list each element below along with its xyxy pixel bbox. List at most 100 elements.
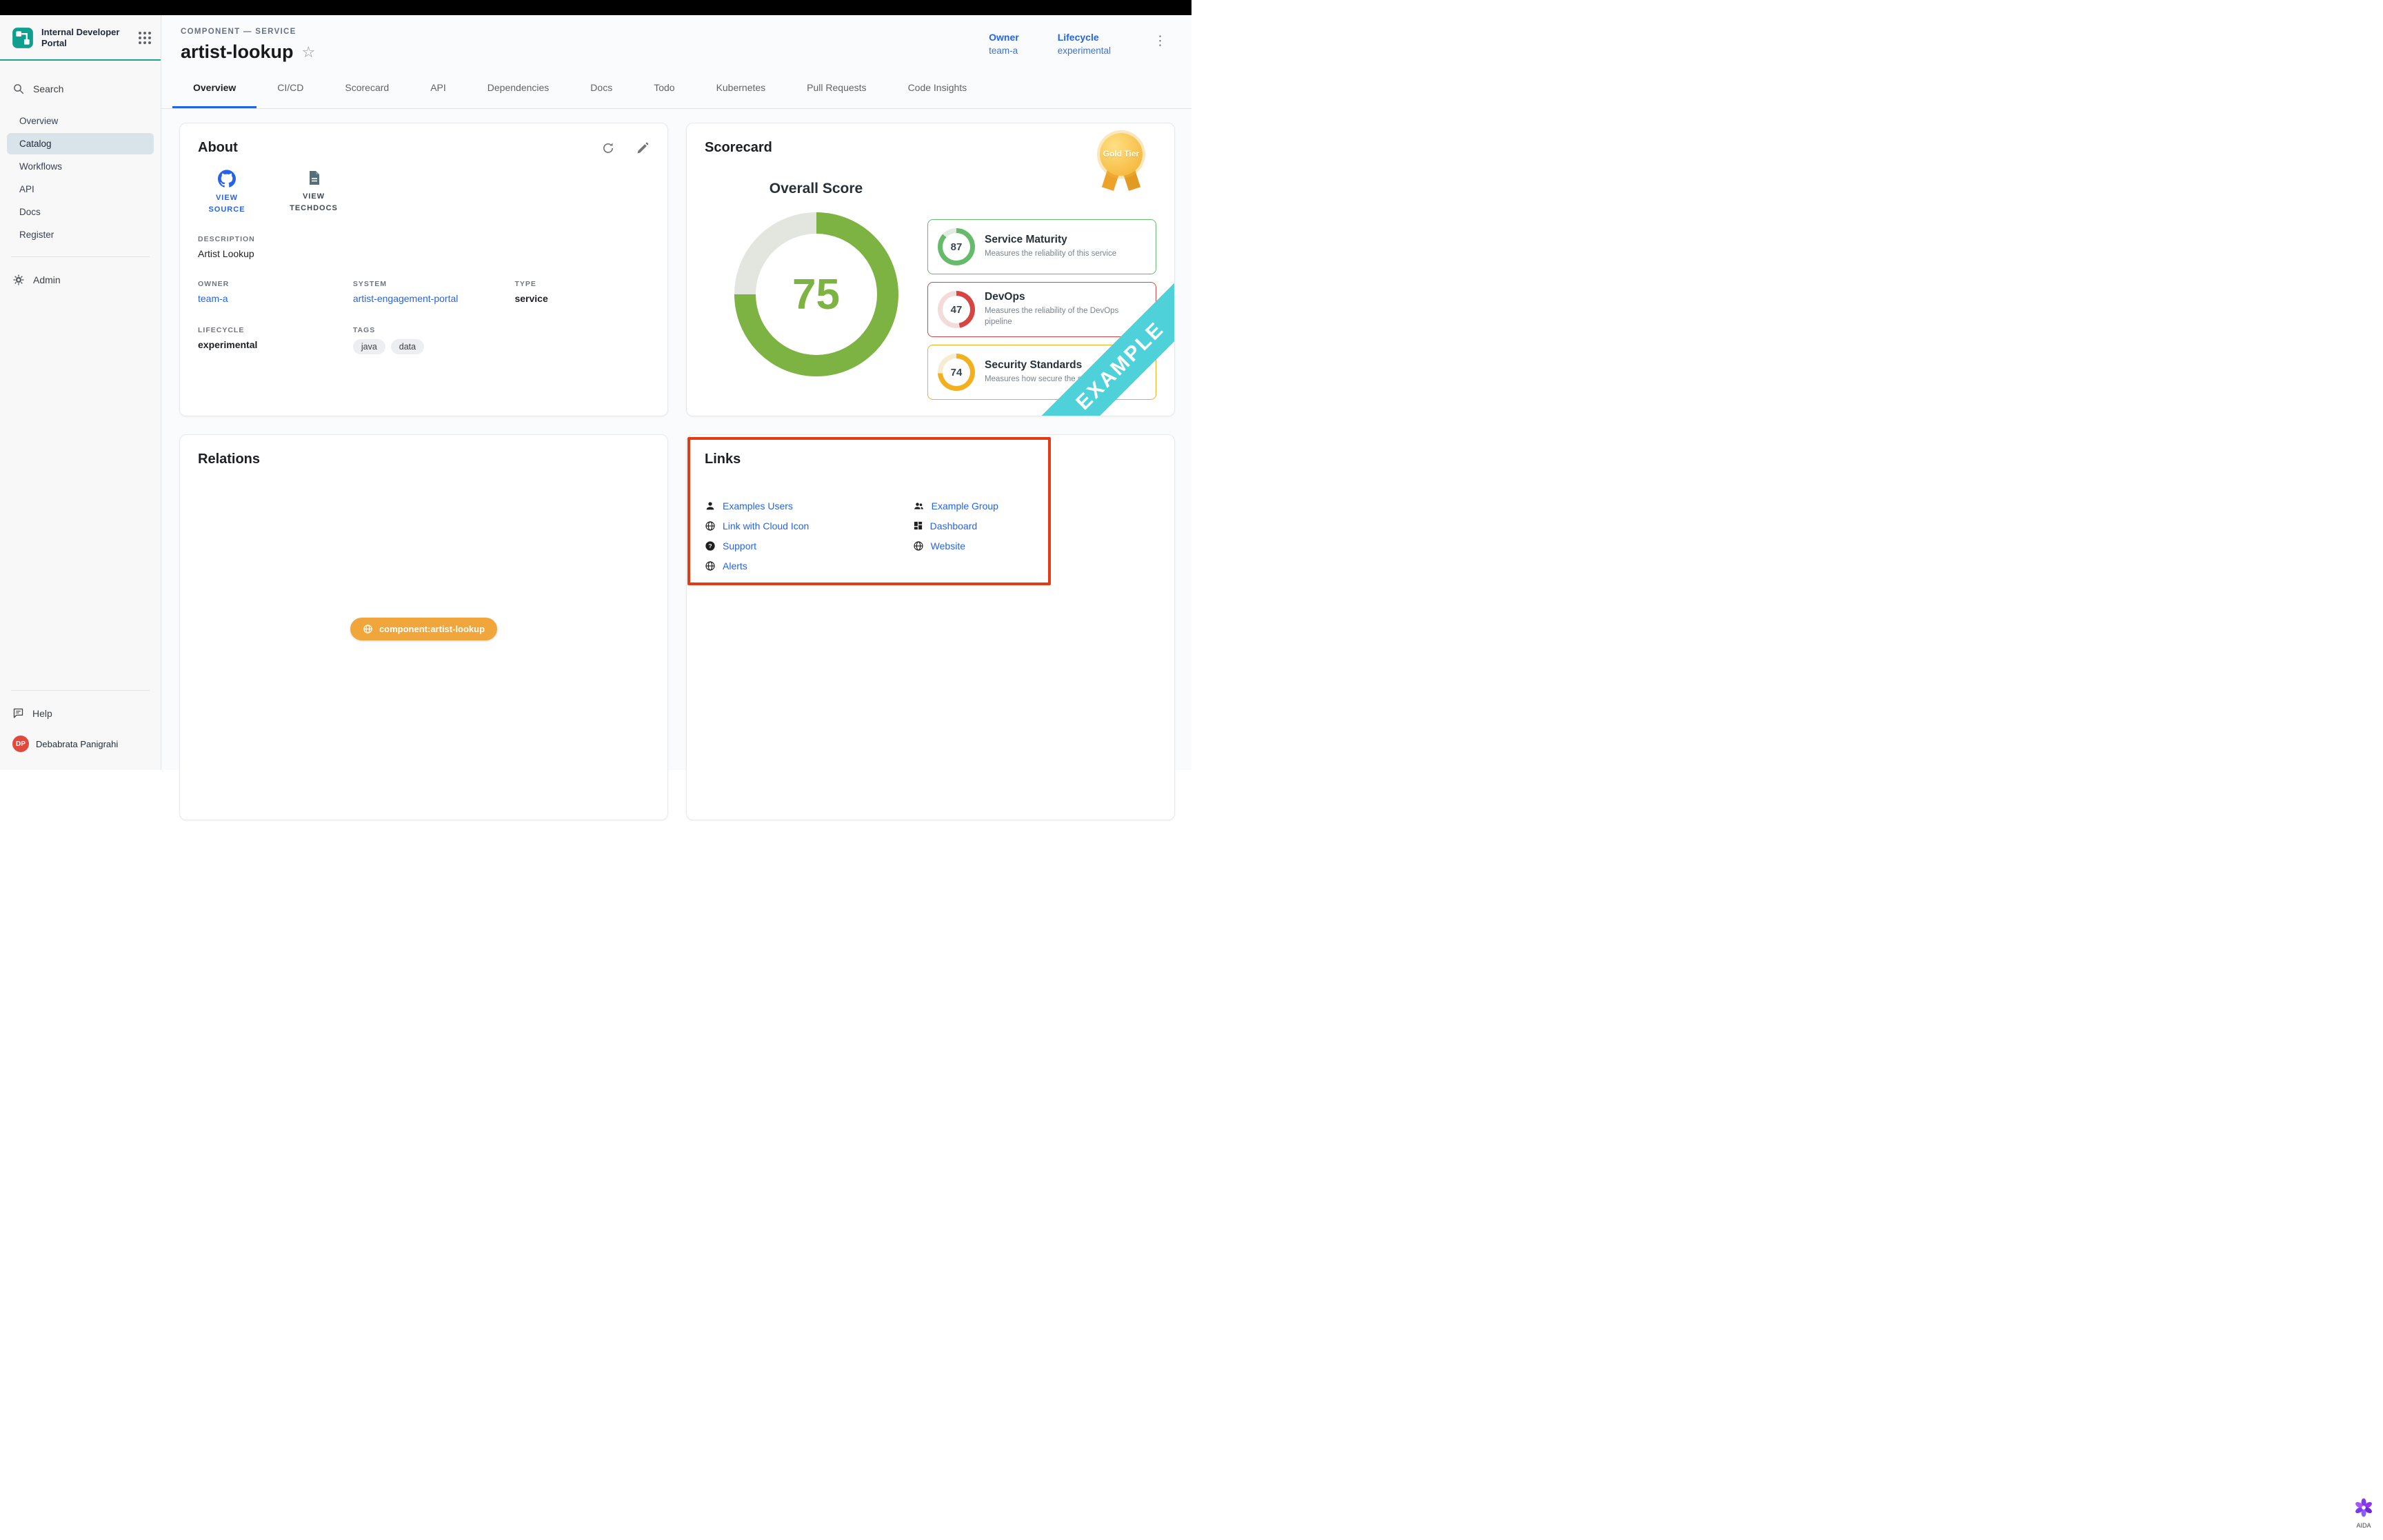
gear-icon: [12, 274, 25, 286]
link-website[interactable]: Website: [913, 539, 1129, 552]
relations-title: Relations: [198, 452, 650, 467]
lifecycle-meta: Lifecycle experimental: [1058, 32, 1111, 56]
github-icon: [218, 170, 236, 188]
tags-field: TAGS java data: [353, 326, 515, 354]
sidebar-item-help[interactable]: Help: [0, 700, 161, 726]
page-title: artist-lookup: [181, 41, 294, 63]
relations-node-label: component:artist-lookup: [379, 624, 485, 634]
tab-dependencies[interactable]: Dependencies: [467, 67, 570, 108]
link-alerts[interactable]: Alerts: [705, 559, 913, 572]
sidebar-item-register[interactable]: Register: [7, 224, 154, 245]
sidebar-search-label: Search: [33, 83, 63, 94]
link-support[interactable]: ? Support: [705, 539, 913, 552]
link-with-cloud-icon[interactable]: Link with Cloud Icon: [705, 519, 913, 532]
globe-icon: [705, 560, 716, 571]
dashboard-icon: [913, 520, 923, 531]
tab-cicd[interactable]: CI/CD: [257, 67, 324, 108]
owner-field: OWNER team-a: [198, 280, 353, 304]
sidebar-item-overview[interactable]: Overview: [7, 110, 154, 132]
sidebar-divider: [11, 256, 150, 257]
view-source-button[interactable]: VIEW SOURCE: [198, 170, 256, 216]
system-top-bar: [0, 0, 1192, 15]
relations-node-pill[interactable]: component:artist-lookup: [350, 618, 497, 640]
sidebar-logo-row: Internal Developer Portal: [0, 15, 161, 61]
sidebar-item-workflows[interactable]: Workflows: [7, 156, 154, 177]
metric-service-maturity[interactable]: 87 Service Maturity Measures the reliabi…: [927, 219, 1156, 274]
scorecard-title: Scorecard: [705, 140, 1156, 156]
overall-score-label: Overall Score: [770, 181, 863, 197]
sidebar-divider-bottom: [11, 690, 150, 691]
avatar: DP: [12, 736, 29, 752]
view-techdocs-label: VIEW TECHDOCS: [285, 191, 343, 214]
view-source-label: VIEW SOURCE: [198, 192, 256, 216]
tab-todo[interactable]: Todo: [633, 67, 695, 108]
link-dashboard[interactable]: Dashboard: [913, 519, 1129, 532]
user-name: Debabrata Panigrahi: [36, 739, 118, 749]
techdocs-icon: [305, 170, 322, 186]
tab-scorecard[interactable]: Scorecard: [324, 67, 410, 108]
entity-kind-eyebrow: COMPONENT — SERVICE: [181, 28, 315, 36]
tag-chip[interactable]: java: [353, 339, 385, 354]
link-example-group[interactable]: Example Group: [913, 499, 1129, 512]
group-icon: [913, 500, 925, 511]
about-card: About: [179, 123, 668, 416]
owner-meta: Owner team-a: [989, 32, 1019, 56]
owner-value-link[interactable]: team-a: [989, 45, 1019, 56]
owner-link[interactable]: team-a: [198, 293, 353, 304]
metric-donut: 87: [938, 228, 975, 265]
sidebar: Internal Developer Portal Search Overvie…: [0, 15, 161, 770]
user-icon: [705, 500, 716, 511]
tag-chip[interactable]: data: [391, 339, 424, 354]
sidebar-item-api[interactable]: API: [7, 179, 154, 200]
tab-overview[interactable]: Overview: [172, 67, 257, 108]
metric-donut: 74: [938, 354, 975, 391]
sidebar-item-admin[interactable]: Admin: [0, 267, 161, 293]
metric-devops[interactable]: 47 DevOps Measures the reliability of th…: [927, 282, 1156, 337]
aida-label: AIDA: [2354, 1522, 2373, 1529]
edit-icon[interactable]: [636, 141, 650, 155]
system-link[interactable]: artist-engagement-portal: [353, 293, 515, 304]
gold-tier-badge: Gold Tier: [1098, 133, 1144, 176]
link-examples-users[interactable]: Examples Users: [705, 499, 913, 512]
more-options-icon[interactable]: ⋮: [1149, 32, 1171, 50]
globe-icon: [913, 540, 924, 551]
description-value: Artist Lookup: [198, 248, 650, 259]
links-title: Links: [705, 452, 1156, 467]
aida-flower-icon: [2354, 1498, 2373, 1517]
entity-tabs: Overview CI/CD Scorecard API Dependencie…: [161, 67, 1192, 109]
system-field: SYSTEM artist-engagement-portal: [353, 280, 515, 304]
sidebar-search[interactable]: Search: [0, 76, 161, 102]
scorecard-card: Scorecard Gold Tier Overall Score 75: [686, 123, 1175, 416]
metric-donut: 47: [938, 291, 975, 328]
entity-header: COMPONENT — SERVICE artist-lookup ☆ Owne…: [161, 15, 1192, 67]
portal-title: Internal Developer Portal: [41, 27, 123, 50]
sidebar-admin-label: Admin: [33, 274, 61, 285]
tab-code-insights[interactable]: Code Insights: [887, 67, 988, 108]
tab-kubernetes[interactable]: Kubernetes: [696, 67, 787, 108]
component-icon: [363, 624, 373, 634]
svg-text:?: ?: [708, 543, 712, 549]
sidebar-item-docs[interactable]: Docs: [7, 201, 154, 223]
overall-score-value: 75: [734, 212, 898, 376]
links-card: Links Examples Users: [686, 434, 1175, 820]
favorite-star-icon[interactable]: ☆: [302, 45, 316, 60]
sidebar-item-catalog[interactable]: Catalog: [7, 133, 154, 154]
help-chat-icon: [12, 707, 24, 719]
owner-label: Owner: [989, 32, 1019, 43]
sidebar-nav: Overview Catalog Workflows API Docs Regi…: [0, 109, 161, 247]
about-title: About: [198, 140, 238, 156]
gold-tier-badge-label: Gold Tier: [1100, 133, 1143, 176]
portal-logo-icon: [11, 26, 34, 50]
tab-api[interactable]: API: [410, 67, 467, 108]
tab-pull-requests[interactable]: Pull Requests: [786, 67, 887, 108]
user-profile[interactable]: DP Debabrata Panigrahi: [0, 726, 161, 770]
refresh-icon[interactable]: [601, 141, 615, 155]
apps-grid-icon[interactable]: [139, 32, 151, 44]
relations-card: Relations component:artist-lookup: [179, 434, 668, 820]
aida-widget[interactable]: AIDA: [2354, 1498, 2373, 1529]
type-field: TYPE service: [514, 280, 650, 304]
search-icon: [12, 83, 25, 95]
description-label: DESCRIPTION: [198, 235, 650, 243]
tab-docs[interactable]: Docs: [570, 67, 633, 108]
view-techdocs-button[interactable]: VIEW TECHDOCS: [285, 170, 343, 216]
